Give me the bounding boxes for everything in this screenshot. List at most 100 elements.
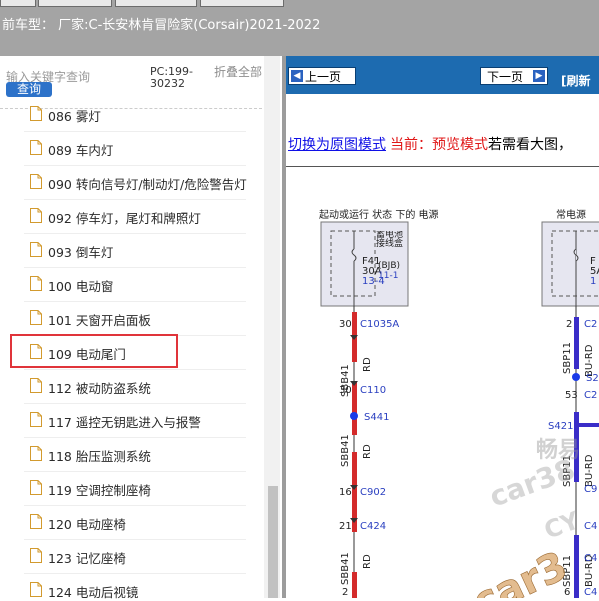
document-icon: [30, 276, 42, 291]
list-item-label: 120 电动座椅: [48, 517, 126, 532]
list-item-label: 093 倒车灯: [48, 245, 114, 260]
list-item[interactable]: 100 电动窗: [24, 268, 246, 302]
collapse-all-link[interactable]: 折叠全部: [214, 66, 262, 78]
window-tab[interactable]: [200, 0, 284, 7]
sidebar: 输入关键字查询 查询 PC:199-30232 折叠全部 086 雾灯 089 …: [0, 56, 282, 600]
document-icon: [30, 310, 42, 325]
list-item[interactable]: 112 被动防盗系统: [24, 370, 246, 404]
left-power-title: 起动或运行 状态 下的 电源: [319, 208, 439, 221]
document-icon: [30, 412, 42, 427]
list-item-label: 101 天窗开启面板: [48, 313, 151, 328]
list-item[interactable]: 124 电动后视镜: [24, 574, 246, 600]
document-icon: [30, 446, 42, 461]
window-tab[interactable]: [38, 0, 112, 7]
document-icon: [30, 582, 42, 597]
refresh-link[interactable]: [刷新: [561, 72, 591, 89]
mode-bar: 切换为原图模式 当前：预览模式若需看大图，: [288, 134, 572, 154]
connector-pin: 21: [339, 521, 352, 532]
connector-name: C9: [584, 484, 597, 495]
current-mode-label: 当前：预览模式: [390, 137, 488, 153]
prev-page-label: 上一页: [305, 70, 342, 84]
splice-point[interactable]: [572, 373, 580, 381]
document-icon: [30, 208, 42, 223]
next-page-label: 下一页: [487, 70, 524, 84]
connector-pin: 2: [566, 319, 572, 330]
left-wire-color-2: RD: [362, 444, 373, 459]
splice-name: S441: [364, 412, 389, 423]
scrollbar-thumb[interactable]: [268, 486, 278, 598]
connector-name: C4: [584, 521, 597, 532]
list-item[interactable]: 120 电动座椅: [24, 506, 246, 540]
next-page-button[interactable]: 下一页 ▶: [480, 67, 548, 85]
list-item-label: 118 胎压监测系统: [48, 449, 151, 464]
connector-pin: 16: [339, 487, 352, 498]
document-icon: [30, 174, 42, 189]
list-item[interactable]: 117 遥控无钥匙进入与报警: [24, 404, 246, 438]
battery-junction-box-label: 蓄电池接线盒: [376, 231, 404, 249]
connector-pin: 30: [339, 319, 352, 330]
list-item-label: 090 转向信号灯/制动灯/危险警告灯: [48, 177, 247, 192]
connector-pin: 2: [342, 587, 348, 598]
box-code: (BJB): [378, 261, 400, 271]
connector-name: C4: [584, 553, 597, 564]
connector-name: C110: [360, 385, 386, 396]
list-item-label: 100 电动窗: [48, 279, 114, 294]
document-icon: [30, 548, 42, 563]
wire-segment-right[interactable]: [574, 535, 579, 598]
list-item-label: 117 遥控无钥匙进入与报警: [48, 415, 201, 430]
right-wire-name: SBP11: [562, 342, 573, 374]
connector-pin: 53: [565, 390, 578, 401]
list-item[interactable]: 086 雾灯: [24, 98, 246, 132]
list-item-label: 124 电动后视镜: [48, 585, 139, 600]
watermark: car3: [466, 543, 574, 598]
list-item-label: 119 空调控制座椅: [48, 483, 151, 498]
list-item-label: 092 停车灯，尾灯和牌照灯: [48, 211, 201, 226]
watermark: car38: [485, 452, 579, 513]
connector-pin: 30: [339, 385, 352, 396]
prev-page-button[interactable]: ◀ 上一页: [288, 67, 356, 85]
search-button[interactable]: 查询: [6, 82, 52, 97]
list-item[interactable]: 090 转向信号灯/制动灯/危险警告灯: [24, 166, 247, 200]
diagram-viewer: ◀ 上一页 下一页 ▶ [刷新 切换为原图模式 当前：预览模式若需看大图， 起动或…: [286, 56, 599, 598]
right-wire-color-2: BU-RD: [584, 454, 595, 487]
switch-original-link[interactable]: 切换为原图模式: [288, 137, 386, 153]
document-icon: [30, 106, 42, 121]
list-item[interactable]: 123 记忆座椅: [24, 540, 246, 574]
app-title-bar: 前车型： 厂家:C-长安林肯冒险家(Corsair)2021-2022: [0, 0, 599, 56]
right-power-title: 常电源: [556, 208, 586, 221]
list-item[interactable]: 118 胎压监测系统: [24, 438, 246, 472]
document-icon: [30, 242, 42, 257]
wire-segment-right[interactable]: [574, 317, 579, 369]
list-item-label: 089 车内灯: [48, 143, 114, 158]
list-item[interactable]: 089 车内灯: [24, 132, 246, 166]
wiring-diagram[interactable]: 起动或运行 状态 下的 电源 常电源 F41 30A 13-4 蓄电池接线盒 (…: [286, 167, 599, 598]
splice-name: S2: [586, 373, 599, 384]
list-item[interactable]: 119 空调控制座椅: [24, 472, 246, 506]
list-item[interactable]: 101 天窗开启面板: [24, 302, 246, 336]
list-item-label: 086 雾灯: [48, 109, 101, 124]
connector-name: C4: [584, 587, 597, 598]
left-wire-name-3: SBB41: [340, 552, 351, 585]
wire-segment-left[interactable]: [352, 572, 357, 598]
list-item[interactable]: 092 停车灯，尾灯和牌照灯: [24, 200, 246, 234]
right-fuse-ref: 1: [590, 276, 596, 287]
document-icon: [30, 378, 42, 393]
window-tab[interactable]: [115, 0, 197, 7]
splice-name: S421: [548, 421, 573, 432]
left-wire-color-3: RD: [362, 554, 373, 569]
connector-name: C1035A: [360, 319, 399, 330]
document-icon: [30, 514, 42, 529]
fuse-box-label-wrap: 蓄电池接线盒: [376, 231, 404, 249]
splice-point[interactable]: [350, 412, 358, 420]
list-item-label: 123 记忆座椅: [48, 551, 126, 566]
wire-segment-left[interactable]: [352, 382, 357, 435]
left-wire-name-2: SBB41: [340, 434, 351, 467]
pc-code-label: PC:199-30232: [150, 65, 193, 90]
connector-name: C2: [584, 319, 597, 330]
window-tab[interactable]: [0, 0, 36, 7]
selected-item-highlight: [10, 334, 178, 368]
connector-name: C902: [360, 487, 386, 498]
left-wire-color: RD: [362, 357, 373, 372]
list-item[interactable]: 093 倒车灯: [24, 234, 246, 268]
box-page: 11-1: [378, 271, 398, 281]
